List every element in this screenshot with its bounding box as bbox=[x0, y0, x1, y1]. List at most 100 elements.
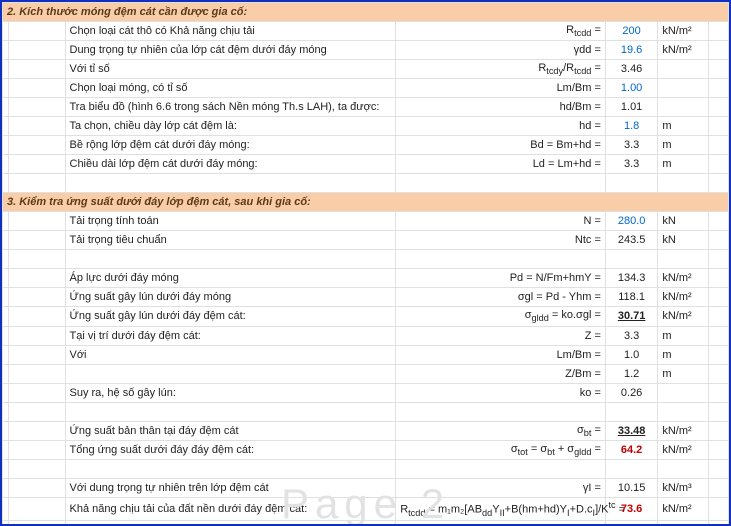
row-value: OK bbox=[605, 520, 657, 526]
row-formula bbox=[396, 402, 606, 421]
row-formula: Lm/Bm = bbox=[396, 79, 606, 98]
row-value: 1.00 bbox=[605, 79, 657, 98]
pad bbox=[9, 459, 65, 478]
row-value: 3.3 bbox=[605, 136, 657, 155]
row-unit bbox=[658, 60, 708, 79]
row-formula: γI = bbox=[396, 478, 606, 497]
row-value: 33.48 bbox=[605, 421, 657, 440]
pad bbox=[708, 345, 728, 364]
row-unit: m bbox=[658, 155, 708, 174]
row-value: 200 bbox=[605, 22, 657, 41]
cell bbox=[9, 174, 65, 193]
row-unit: kN/m² bbox=[658, 269, 708, 288]
row-unit: m bbox=[658, 345, 708, 364]
row-unit: kN/m³ bbox=[658, 478, 708, 497]
pad bbox=[9, 41, 65, 60]
row-unit: m bbox=[658, 136, 708, 155]
row-formula: hd/Bm = bbox=[396, 98, 606, 117]
row-value: 10.15 bbox=[605, 478, 657, 497]
pad bbox=[708, 421, 728, 440]
pad bbox=[708, 520, 728, 526]
row-label: Ứng suất gây lún dưới đáy móng bbox=[65, 288, 396, 307]
pad bbox=[9, 421, 65, 440]
row-unit: kN/m² bbox=[658, 440, 708, 459]
row-label bbox=[65, 250, 396, 269]
pad bbox=[708, 364, 728, 383]
pad bbox=[9, 136, 65, 155]
row-value bbox=[605, 250, 657, 269]
row-unit bbox=[658, 402, 708, 421]
row-value: 19.6 bbox=[605, 41, 657, 60]
row-value: 118.1 bbox=[605, 288, 657, 307]
row-label: Chọn loại móng, có tỉ số bbox=[65, 79, 396, 98]
pad bbox=[708, 459, 728, 478]
row-value: 3.46 bbox=[605, 60, 657, 79]
row-formula: Rtcdd = m₁m₂[ABddYII+B(hm+hd)YI+D.cI]/Kt… bbox=[396, 497, 606, 520]
row-value: 3.3 bbox=[605, 326, 657, 345]
row-value bbox=[605, 459, 657, 478]
pad bbox=[9, 326, 65, 345]
row-formula: hd = bbox=[396, 117, 606, 136]
row-formula: Rtcdd = bbox=[396, 22, 606, 41]
row-label: Tra biểu đồ (hình 6.6 trong sách Nền món… bbox=[65, 98, 396, 117]
row-label bbox=[65, 402, 396, 421]
row-label: Với tỉ số bbox=[65, 60, 396, 79]
row-formula: γdd = bbox=[396, 41, 606, 60]
row-formula bbox=[396, 250, 606, 269]
pad bbox=[9, 79, 65, 98]
pad bbox=[708, 402, 728, 421]
pad bbox=[9, 520, 65, 526]
row-label: Điều kiện cần thỏa: bbox=[65, 520, 396, 526]
pad bbox=[9, 155, 65, 174]
pad bbox=[9, 402, 65, 421]
row-unit: m bbox=[658, 326, 708, 345]
row-label: Suy ra, hệ số gây lún: bbox=[65, 383, 396, 402]
row-unit bbox=[658, 520, 708, 526]
row-label: Bề rộng lớp đệm cát dưới đáy móng: bbox=[65, 136, 396, 155]
pad bbox=[9, 288, 65, 307]
pad bbox=[9, 345, 65, 364]
row-value: 1.01 bbox=[605, 98, 657, 117]
row-label: Áp lực dưới đáy móng bbox=[65, 269, 396, 288]
pad bbox=[708, 231, 728, 250]
row-unit bbox=[658, 250, 708, 269]
row-value: 30.71 bbox=[605, 307, 657, 326]
row-value: 134.3 bbox=[605, 269, 657, 288]
pad bbox=[708, 79, 728, 98]
row-label: Ứng suất gây lún dưới đáy đệm cát: bbox=[65, 307, 396, 326]
row-label: Ứng suất bản thân tại đáy đệm cát bbox=[65, 421, 396, 440]
row-formula: Z/Bm = bbox=[396, 364, 606, 383]
row-formula: Bd = Bm+hd = bbox=[396, 136, 606, 155]
pad bbox=[708, 41, 728, 60]
row-unit bbox=[658, 98, 708, 117]
pad bbox=[708, 155, 728, 174]
row-unit: kN/m² bbox=[658, 288, 708, 307]
row-value: 3.3 bbox=[605, 155, 657, 174]
row-formula: σtot = σbt + σgldd ≤ Rtcdd bbox=[396, 520, 606, 526]
row-unit bbox=[658, 383, 708, 402]
row-unit: kN bbox=[658, 231, 708, 250]
row-unit bbox=[658, 459, 708, 478]
row-unit bbox=[658, 79, 708, 98]
pad bbox=[9, 231, 65, 250]
row-value: 1.8 bbox=[605, 117, 657, 136]
row-unit: kN/m² bbox=[658, 22, 708, 41]
row-value: 0.26 bbox=[605, 383, 657, 402]
pad bbox=[708, 212, 728, 231]
cell bbox=[658, 174, 708, 193]
pad bbox=[708, 250, 728, 269]
row-formula: σgl = Pd - Yhm = bbox=[396, 288, 606, 307]
row-value bbox=[605, 402, 657, 421]
pad bbox=[9, 98, 65, 117]
row-label: Khả năng chịu tải của đất nền dưới đáy đ… bbox=[65, 497, 396, 520]
pad bbox=[9, 117, 65, 136]
row-label: Dung trọng tự nhiên của lớp cát đệm dưới… bbox=[65, 41, 396, 60]
row-unit: m bbox=[658, 364, 708, 383]
cell bbox=[708, 174, 728, 193]
row-formula: σbt = bbox=[396, 421, 606, 440]
row-formula: ko = bbox=[396, 383, 606, 402]
spreadsheet-page: 2. Kích thước móng đệm cát cần được gia … bbox=[0, 0, 731, 526]
cell bbox=[396, 174, 606, 193]
pad bbox=[708, 478, 728, 497]
row-value: 1.2 bbox=[605, 364, 657, 383]
